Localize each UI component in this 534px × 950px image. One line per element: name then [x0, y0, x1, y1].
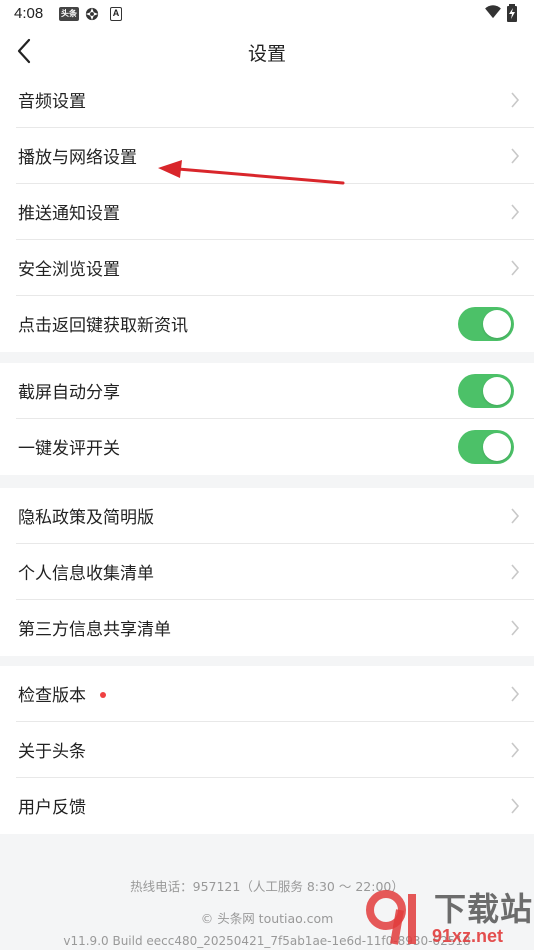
item-label: 推送通知设置 [18, 204, 120, 224]
chevron-right-icon [511, 260, 520, 276]
font-notification-icon: A [110, 7, 122, 21]
settings-group-privacy: 隐私政策及简明版 个人信息收集清单 第三方信息共享清单 [0, 488, 534, 656]
watermark-text: 下载站 [434, 890, 534, 928]
navigation-bar: 设置 [0, 28, 534, 72]
audio-settings-item[interactable]: 音频设置 [16, 72, 534, 128]
chevron-right-icon [511, 204, 520, 220]
back-key-refresh-toggle[interactable] [458, 307, 514, 341]
battery-charging-icon [507, 4, 517, 22]
item-label: 用户反馈 [18, 798, 86, 818]
page-title: 设置 [247, 43, 286, 65]
playback-network-settings-item[interactable]: 播放与网络设置 [16, 128, 534, 184]
status-bar: 4:08 头条 A [0, 0, 534, 28]
settings-group-sharing: 截屏自动分享 一键发评开关 [0, 363, 534, 475]
toggle-knob [483, 377, 511, 405]
watermark-logo-icon [366, 890, 416, 945]
personal-info-list-item[interactable]: 个人信息收集清单 [16, 544, 534, 600]
push-notification-settings-item[interactable]: 推送通知设置 [16, 184, 534, 240]
aperture-notification-icon [85, 7, 99, 21]
check-version-label: 检查版本 [18, 686, 86, 706]
chevron-right-icon [511, 798, 520, 814]
settings-group-about: 检查版本 关于头条 用户反馈 [0, 666, 534, 834]
status-time: 4:08 [14, 5, 44, 22]
toggle-knob [483, 433, 511, 461]
wifi-icon [485, 5, 501, 19]
toutiao-notification-icon: 头条 [59, 7, 79, 21]
user-feedback-item[interactable]: 用户反馈 [16, 778, 534, 834]
screenshot-share-toggle[interactable] [458, 374, 514, 408]
privacy-policy-item[interactable]: 隐私政策及简明版 [16, 488, 534, 544]
item-label: 第三方信息共享清单 [18, 620, 171, 640]
toggle-knob [483, 310, 511, 338]
item-label: 一键发评开关 [18, 439, 120, 459]
item-label: 隐私政策及简明版 [18, 508, 154, 528]
chevron-right-icon [511, 508, 520, 524]
item-label: 播放与网络设置 [18, 148, 137, 168]
item-label: 安全浏览设置 [18, 260, 120, 280]
item-label: 关于头条 [18, 742, 86, 762]
item-label: 个人信息收集清单 [18, 564, 154, 584]
screenshot-share-item: 截屏自动分享 [16, 363, 534, 419]
about-toutiao-item[interactable]: 关于头条 [16, 722, 534, 778]
chevron-right-icon [511, 620, 520, 636]
chevron-right-icon [511, 742, 520, 758]
back-key-refresh-item: 点击返回键获取新资讯 [16, 296, 534, 352]
item-label: 点击返回键获取新资讯 [18, 316, 188, 336]
chevron-right-icon [511, 686, 520, 702]
item-label: 音频设置 [18, 92, 86, 112]
item-label: 截屏自动分享 [18, 383, 120, 403]
one-tap-comment-toggle[interactable] [458, 430, 514, 464]
chevron-right-icon [511, 92, 520, 108]
item-label: 检查版本 [18, 681, 106, 706]
chevron-right-icon [511, 148, 520, 164]
check-version-item[interactable]: 检查版本 [16, 666, 534, 722]
update-dot-badge [100, 692, 106, 698]
safe-browsing-settings-item[interactable]: 安全浏览设置 [16, 240, 534, 296]
one-tap-comment-item: 一键发评开关 [16, 419, 534, 475]
chevron-right-icon [511, 564, 520, 580]
third-party-sharing-list-item[interactable]: 第三方信息共享清单 [16, 600, 534, 656]
site-watermark: 下载站 91xz.net [360, 882, 534, 950]
watermark-domain: 91xz.net [432, 926, 504, 946]
settings-group-general: 音频设置 播放与网络设置 推送通知设置 安全浏览设置 点击返回键获取新资讯 [0, 72, 534, 352]
